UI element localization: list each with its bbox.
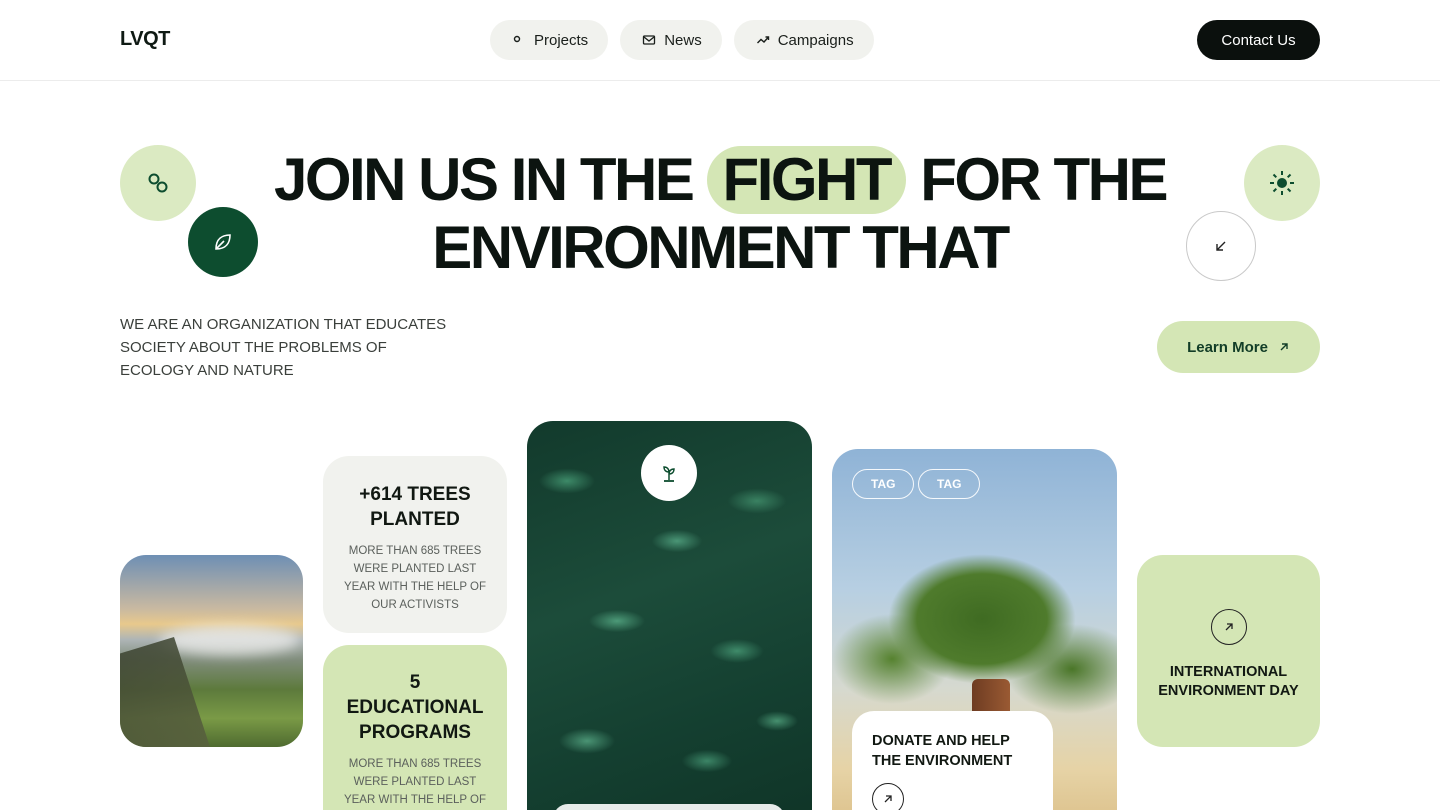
environment-day-title: INTERNATIONAL ENVIRONMENT DAY bbox=[1158, 664, 1299, 699]
tag-chip[interactable]: TAG bbox=[918, 469, 981, 499]
dot-icon bbox=[513, 35, 521, 43]
arrow-down-left-icon bbox=[1216, 241, 1226, 251]
donate-card[interactable]: DONATE AND HELP THE ENVIRONMENT bbox=[852, 711, 1053, 810]
link-icon bbox=[148, 173, 168, 193]
nav-news-label: News bbox=[664, 31, 702, 49]
site-header: LVQT Projects News Campaigns Contact Us bbox=[0, 0, 1440, 81]
trend-icon bbox=[756, 36, 769, 44]
learn-more-label: Learn More bbox=[1187, 338, 1268, 356]
nav-projects-label: Projects bbox=[534, 31, 589, 49]
trees-planted-card: +614 TREES PLANTED MORE THAN 685 TREES W… bbox=[323, 456, 507, 633]
educational-programs-title: 5 EDUCATIONAL PROGRAMS bbox=[346, 672, 484, 743]
hero-title: JOIN US IN THE FIGHT FOR THE ENVIRONMENT… bbox=[240, 146, 1200, 282]
donate-arrow-button[interactable] bbox=[872, 783, 904, 810]
contact-us-button[interactable]: Contact Us bbox=[1197, 20, 1320, 60]
educational-programs-card: 5 EDUCATIONAL PROGRAMS MORE THAN 685 TRE… bbox=[323, 645, 507, 810]
hero-title-part1: JOIN US IN THE bbox=[273, 146, 695, 213]
mountain-image-card bbox=[120, 555, 303, 747]
leaves-card-footer bbox=[553, 804, 785, 810]
trees-planted-title: +614 TREES PLANTED bbox=[359, 484, 471, 530]
link-circle bbox=[120, 145, 196, 221]
nav-news[interactable]: News bbox=[620, 20, 722, 60]
environment-day-card[interactable]: INTERNATIONAL ENVIRONMENT DAY bbox=[1137, 555, 1320, 747]
logo[interactable]: LVQT bbox=[120, 28, 170, 51]
hero-title-highlight: FIGHT bbox=[706, 146, 907, 214]
educational-programs-desc: MORE THAN 685 TREES WERE PLANTED LAST YE… bbox=[343, 758, 487, 806]
tag-chip[interactable]: TAG bbox=[852, 469, 915, 499]
arrow-up-right-icon bbox=[1225, 623, 1233, 631]
arrow-up-right-icon bbox=[1280, 343, 1288, 351]
intro-text: WE ARE AN ORGANIZATION THAT EDUCATES SOC… bbox=[120, 316, 447, 379]
donate-title: DONATE AND HELP THE ENVIRONMENT bbox=[872, 733, 1013, 769]
sprout-badge bbox=[641, 445, 697, 501]
hero-title-part2: FOR THE bbox=[920, 146, 1168, 213]
sprout-icon bbox=[663, 466, 675, 482]
nav-campaigns-label: Campaigns bbox=[777, 31, 854, 49]
hero-title-line2: ENVIRONMENT THAT bbox=[432, 214, 1010, 281]
sun-icon bbox=[1270, 171, 1294, 195]
nav-projects[interactable]: Projects bbox=[490, 20, 609, 60]
leaf-icon bbox=[215, 234, 231, 250]
trees-planted-desc: MORE THAN 685 TREES WERE PLANTED LAST YE… bbox=[343, 545, 487, 611]
environment-day-arrow-button[interactable] bbox=[1210, 609, 1247, 645]
mail-icon bbox=[643, 35, 656, 45]
nav-campaigns[interactable]: Campaigns bbox=[733, 20, 874, 60]
arrow-up-right-icon bbox=[884, 795, 892, 803]
learn-more-button[interactable]: Learn More bbox=[1157, 321, 1320, 373]
main-nav: Projects News Campaigns bbox=[490, 20, 874, 60]
sun-circle bbox=[1244, 145, 1320, 221]
